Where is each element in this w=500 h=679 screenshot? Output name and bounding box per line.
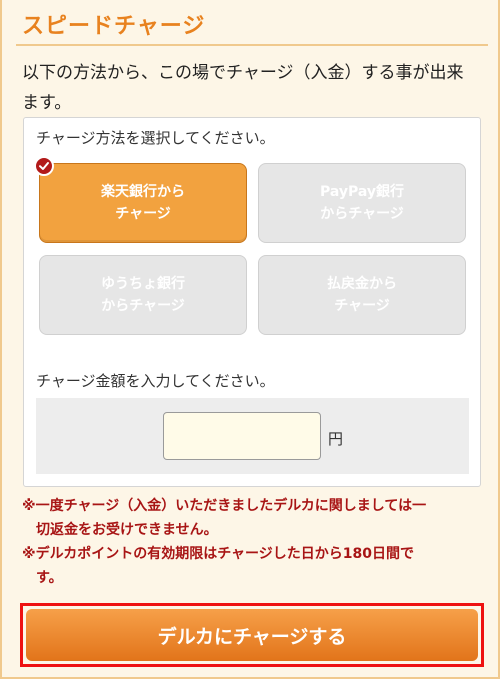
method-rakuten-bank-label: 楽天銀行から チャージ xyxy=(101,181,185,225)
method-yucho-bank-line2: からチャージ xyxy=(101,298,185,314)
title-divider xyxy=(16,44,488,46)
method-rakuten-bank-line2: チャージ xyxy=(115,206,171,222)
amount-label: チャージ金額を入力してください。 xyxy=(36,372,275,390)
charge-form: チャージ方法を選択してください。 楽天銀行から チャージ PayPay銀行 から… xyxy=(23,117,481,487)
notice-list: ※一度チャージ（入金）いただきましたデルカに関しましては一 切返金をお受けできま… xyxy=(22,494,488,590)
method-label: チャージ方法を選択してください。 xyxy=(36,129,275,147)
charge-button-highlight: デルカにチャージする xyxy=(20,603,484,667)
intro-line-1: 以下の方法から、この場でチャージ（入金）する事が出来 xyxy=(22,63,464,83)
amount-input[interactable] xyxy=(163,412,321,460)
notice-no-refund-line1: ※一度チャージ（入金）いただきましたデルカに関しましては一 xyxy=(22,498,427,514)
amount-input-area: 円 xyxy=(36,398,469,474)
method-refund-line1: 払戻金から xyxy=(327,276,397,292)
page-title: スピードチャージ xyxy=(22,14,206,39)
charge-delca-button[interactable]: デルカにチャージする xyxy=(26,609,478,661)
method-paypay-bank-label: PayPay銀行 からチャージ xyxy=(320,181,404,225)
intro-line-2: ます。 xyxy=(22,93,72,113)
method-refund-line2: チャージ xyxy=(334,298,390,314)
method-yucho-bank-line1: ゆうちょ銀行 xyxy=(101,276,185,292)
method-rakuten-bank-line1: 楽天銀行から xyxy=(101,184,185,200)
check-icon xyxy=(34,156,54,176)
method-yucho-bank-button[interactable]: ゆうちょ銀行 からチャージ xyxy=(39,255,247,335)
method-paypay-bank-line2: からチャージ xyxy=(320,206,404,222)
method-yucho-bank-label: ゆうちょ銀行 からチャージ xyxy=(101,273,185,317)
speed-charge-panel: スピードチャージ 以下の方法から、この場でチャージ（入金）する事が出来 ます。 … xyxy=(0,0,500,679)
notice-no-refund: ※一度チャージ（入金）いただきましたデルカに関しましては一 切返金をお受けできま… xyxy=(22,494,488,542)
method-refund-label: 払戻金から チャージ xyxy=(327,273,397,317)
intro-text: 以下の方法から、この場でチャージ（入金）する事が出来 ます。 xyxy=(22,58,484,118)
method-refund-button[interactable]: 払戻金から チャージ xyxy=(258,255,466,335)
yen-unit: 円 xyxy=(328,430,344,448)
notice-point-expiry-line2: す。 xyxy=(36,570,63,586)
method-paypay-bank-button[interactable]: PayPay銀行 からチャージ xyxy=(258,163,466,243)
method-paypay-bank-line1: PayPay銀行 xyxy=(319,184,405,200)
notice-no-refund-line2: 切返金をお受けできません。 xyxy=(36,522,218,538)
notice-point-expiry: ※デルカポイントの有効期限はチャージした日から180日間で す。 xyxy=(22,542,488,590)
method-rakuten-bank-button[interactable]: 楽天銀行から チャージ xyxy=(34,156,247,243)
notice-point-expiry-line1: ※デルカポイントの有効期限はチャージした日から180日間で xyxy=(22,546,414,562)
